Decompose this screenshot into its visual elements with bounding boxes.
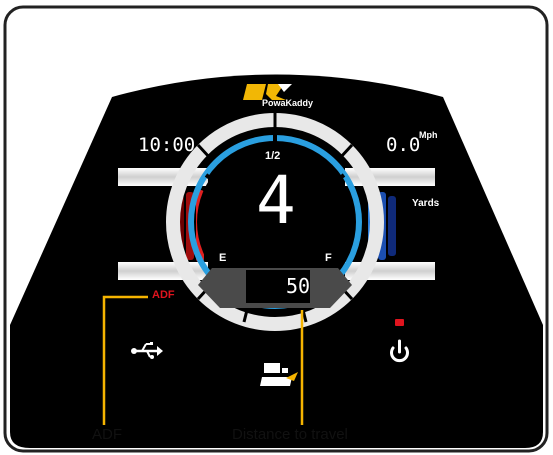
battery-full-label: F xyxy=(325,252,332,264)
clock-readout: 10:00 xyxy=(138,134,195,156)
clock-value: 10:00 xyxy=(138,134,196,156)
powakaddy-wordmark: PowaKaddy xyxy=(262,98,313,108)
distance-value: 50 xyxy=(286,274,311,298)
adf-callout: ADF xyxy=(92,426,122,443)
speed-unit: Mph xyxy=(419,130,438,140)
speed-readout: 0.0 xyxy=(386,134,420,156)
logo-text: PowaKaddy xyxy=(262,98,314,108)
battery-empty-label: E xyxy=(219,252,227,264)
battery-half-label: 1/2 xyxy=(265,150,281,162)
speed-setting: 4 xyxy=(256,162,296,239)
speed-value: 0.0 xyxy=(386,134,421,156)
distance-callout: Distance to travel xyxy=(232,426,348,443)
distance-unit-label: Yards xyxy=(412,198,440,209)
power-led xyxy=(395,319,404,326)
adf-label: ADF xyxy=(152,289,175,301)
